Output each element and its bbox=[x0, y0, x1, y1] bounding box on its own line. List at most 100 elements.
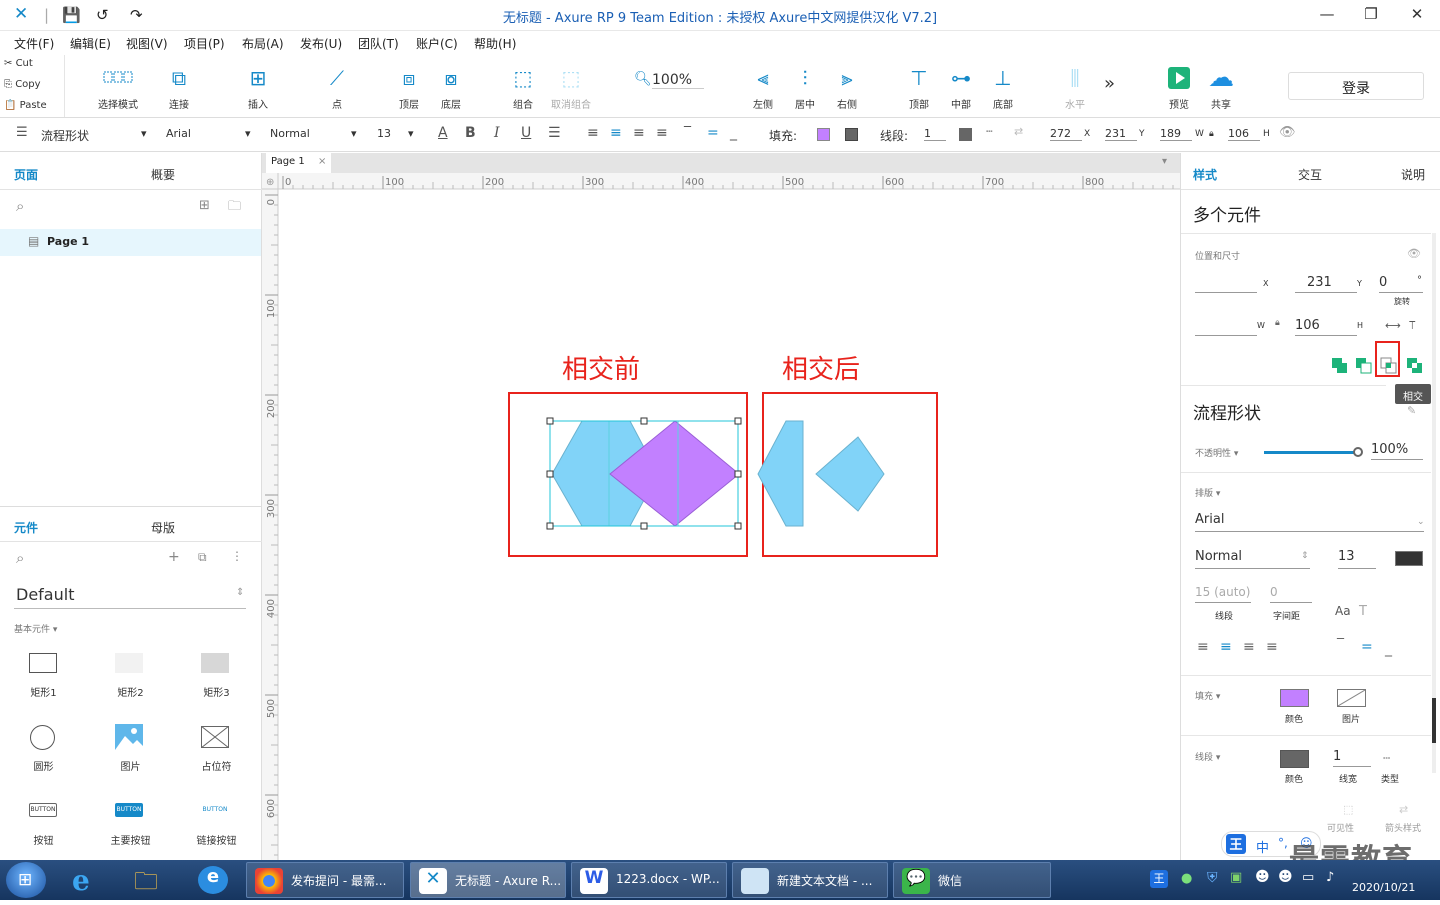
library-select[interactable]: Default ⇕ bbox=[14, 583, 246, 609]
union-icon[interactable] bbox=[1332, 358, 1347, 373]
add-page-icon[interactable]: ⊞ bbox=[199, 198, 210, 213]
page-tab[interactable]: Page 1 × bbox=[266, 153, 331, 173]
valign-middle-icon[interactable]: = bbox=[707, 125, 719, 141]
exclude-icon[interactable] bbox=[1407, 358, 1422, 373]
fit-height-icon[interactable]: ⟙ bbox=[1409, 319, 1416, 333]
tray-volume-icon[interactable]: ♪ bbox=[1326, 870, 1334, 885]
opacity-input[interactable]: 100% bbox=[1371, 442, 1423, 460]
x-input[interactable]: 272 bbox=[1050, 127, 1082, 141]
library-copy-icon[interactable]: ⧉ bbox=[198, 550, 207, 565]
underline-icon[interactable]: U bbox=[521, 125, 531, 141]
rectangle3-widget-icon[interactable] bbox=[201, 653, 229, 673]
more-options-icon[interactable]: ⋮ bbox=[231, 549, 243, 563]
stroke-color-swatch[interactable] bbox=[1280, 750, 1309, 768]
image-widget-icon[interactable] bbox=[115, 724, 143, 750]
y-pos-input[interactable]: 231 bbox=[1295, 275, 1357, 293]
align-right-icon[interactable]: ≡ bbox=[1243, 639, 1255, 655]
tab-masters[interactable]: 母版 bbox=[151, 519, 175, 536]
share-button[interactable]: ☁ 共享 bbox=[1193, 61, 1249, 111]
text-align-left-icon[interactable]: ≡ bbox=[587, 125, 599, 141]
zoom-select[interactable]: 100% bbox=[652, 72, 704, 89]
valign-top-icon[interactable]: ‾ bbox=[684, 125, 691, 141]
align-right-button[interactable]: ⫸ 右侧 bbox=[819, 61, 875, 111]
ie-icon[interactable]: e bbox=[72, 864, 90, 897]
start-button[interactable]: ⊞ bbox=[6, 862, 46, 898]
tray-shield-icon[interactable]: ⛨ bbox=[1207, 870, 1218, 886]
primary-button-widget-icon[interactable]: BUTTON bbox=[115, 803, 143, 817]
select-mode-button[interactable]: 选择模式 bbox=[90, 61, 146, 111]
menu-layout[interactable]: 布局(A) bbox=[242, 35, 284, 52]
visibility-eye-icon[interactable]: 👁︎ bbox=[1407, 247, 1421, 260]
rectangle2-widget-icon[interactable] bbox=[115, 653, 143, 673]
line-height-input[interactable]: 15 (auto) bbox=[1195, 585, 1251, 603]
edit-style-icon[interactable]: ✎ bbox=[1407, 404, 1416, 417]
link-button-widget-icon[interactable]: BUTTON bbox=[201, 803, 229, 817]
visibility-eye-icon[interactable]: 👁︎ bbox=[1279, 125, 1296, 140]
font-color-swatch[interactable] bbox=[1395, 551, 1423, 566]
menu-edit[interactable]: 编辑(E) bbox=[70, 35, 111, 52]
intersect-result-diamond-shape[interactable] bbox=[815, 436, 885, 512]
tab-outline[interactable]: 概要 bbox=[151, 166, 175, 183]
menu-view[interactable]: 视图(V) bbox=[126, 35, 168, 52]
letter-spacing-input[interactable]: 0 bbox=[1270, 585, 1312, 603]
line-pattern-icon[interactable]: ┄ bbox=[986, 125, 993, 138]
text-align-right-icon[interactable]: ≡ bbox=[633, 125, 645, 141]
distribute-horizontal-button[interactable]: ⫼ 水平 bbox=[1047, 61, 1103, 111]
page-list-item[interactable]: ▤ Page 1 bbox=[0, 229, 261, 256]
add-library-icon[interactable]: + bbox=[168, 549, 180, 565]
text-justify-icon[interactable]: ≡ bbox=[656, 125, 668, 141]
maximize-button[interactable]: ❐ bbox=[1356, 5, 1386, 23]
menu-file[interactable]: 文件(F) bbox=[14, 35, 54, 52]
tray-wechat-icon[interactable]: ● bbox=[1181, 871, 1192, 886]
valign-bottom-icon[interactable]: _ bbox=[730, 125, 737, 141]
justify-icon[interactable]: ≡ bbox=[1266, 639, 1278, 655]
line-width-input[interactable]: 1 bbox=[924, 127, 946, 141]
minimize-button[interactable]: — bbox=[1312, 5, 1342, 23]
style-select[interactable]: 流程形状 bbox=[41, 127, 89, 144]
taskbar-item-axure[interactable]: ✕ 无标题 - Axure R... bbox=[410, 862, 566, 898]
connect-button[interactable]: ⧉ 连接 bbox=[151, 61, 207, 111]
fill-image-swatch[interactable] bbox=[1337, 689, 1366, 707]
h-input[interactable]: 106 bbox=[1228, 127, 1260, 141]
w-input[interactable]: 189 bbox=[1160, 127, 1192, 141]
scrollbar-track[interactable] bbox=[1432, 233, 1436, 773]
fill-shadow-swatch[interactable] bbox=[845, 128, 858, 141]
size-select[interactable]: 13 bbox=[377, 127, 391, 140]
valign-bottom-icon[interactable]: _ bbox=[1385, 641, 1392, 657]
menu-team[interactable]: 团队(T) bbox=[358, 35, 399, 52]
fill-color-swatch[interactable] bbox=[1280, 689, 1309, 707]
browser-icon[interactable]: e bbox=[198, 866, 228, 894]
visibility-checkbox-icon[interactable]: ⬚ bbox=[1343, 803, 1353, 816]
fill-color-swatch[interactable] bbox=[817, 128, 830, 141]
search-icon[interactable]: ⌕ bbox=[16, 549, 24, 567]
lock-icon[interactable]: 🔒︎ bbox=[1275, 318, 1280, 328]
weight-select[interactable]: Normal bbox=[270, 127, 310, 140]
tray-nvidia-icon[interactable]: ▣ bbox=[1230, 870, 1242, 885]
stroke-pattern-icon[interactable]: ┄ bbox=[1383, 751, 1390, 765]
paste-button[interactable]: 📋 Paste bbox=[4, 100, 47, 111]
scrollbar-thumb[interactable] bbox=[1432, 698, 1436, 743]
lock-icon[interactable]: 🔒︎ bbox=[1209, 129, 1214, 139]
valign-top-icon[interactable]: ‾ bbox=[1337, 637, 1344, 653]
taskbar-item-chrome[interactable]: 发布提问 - 最需... bbox=[246, 862, 404, 898]
text-align-center-icon[interactable]: ≡ bbox=[610, 125, 622, 141]
fit-width-icon[interactable]: ⟷ bbox=[1385, 319, 1401, 332]
arrow-style-icon[interactable]: ⇄ bbox=[1014, 125, 1023, 138]
bold-icon[interactable]: B bbox=[465, 125, 476, 141]
ungroup-button[interactable]: ⬚ 取消组合 bbox=[543, 61, 599, 111]
height-input[interactable]: 106 bbox=[1295, 318, 1357, 336]
menu-project[interactable]: 项目(P) bbox=[184, 35, 225, 52]
menu-account[interactable]: 账户(C) bbox=[416, 35, 458, 52]
arrow-icon[interactable]: ⇄ bbox=[1399, 803, 1408, 816]
rectangle1-widget-icon[interactable] bbox=[29, 653, 57, 673]
placeholder-widget-icon[interactable] bbox=[200, 725, 230, 749]
tab-notes[interactable]: 说明 bbox=[1401, 166, 1425, 183]
send-to-back-button[interactable]: ⧇ 底层 bbox=[423, 61, 479, 111]
add-folder-icon[interactable]: 🗀 bbox=[228, 197, 241, 219]
text-case-icon[interactable]: Aa bbox=[1335, 604, 1351, 618]
taskbar-item-wps[interactable]: W 1223.docx - WP... bbox=[571, 862, 727, 898]
align-bottom-button[interactable]: ⊥ 底部 bbox=[975, 61, 1031, 111]
clock-date[interactable]: 2020/10/21 bbox=[1352, 881, 1415, 894]
y-input[interactable]: 231 bbox=[1105, 127, 1137, 141]
tab-menu-chevron-icon[interactable]: ▾ bbox=[1162, 156, 1167, 167]
